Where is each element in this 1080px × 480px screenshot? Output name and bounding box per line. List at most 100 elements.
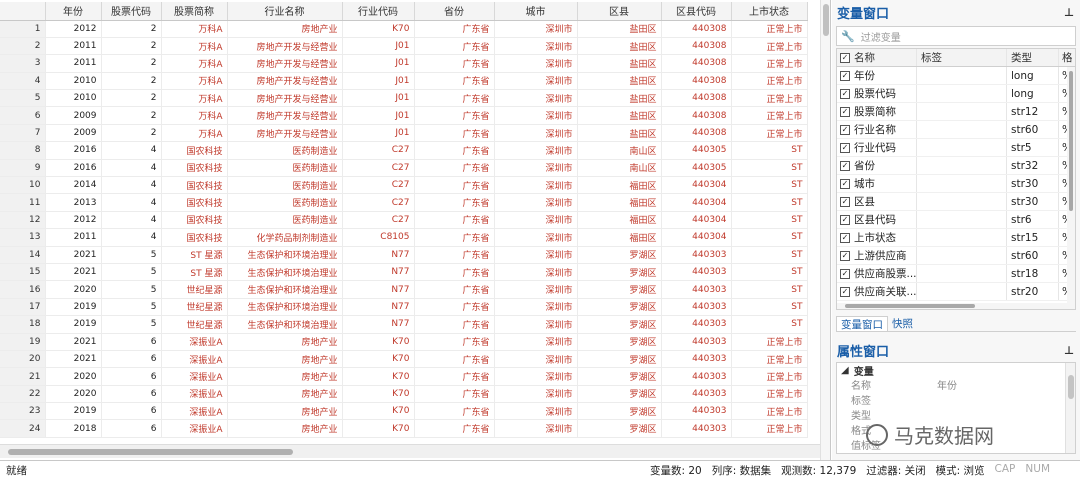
table-cell[interactable]: ST	[731, 280, 808, 299]
table-cell[interactable]: 广东省	[414, 246, 495, 264]
scroll-thumb[interactable]	[1069, 71, 1073, 211]
table-cell[interactable]: 深圳市	[494, 350, 578, 369]
table-cell[interactable]: 广东省	[414, 72, 495, 91]
table-cell[interactable]: 房地产业	[227, 20, 343, 38]
table-cell[interactable]: 罗湖区	[577, 385, 662, 404]
variable-checkbox[interactable]: ✓	[840, 106, 850, 117]
table-cell[interactable]: N77	[342, 246, 415, 264]
table-cell[interactable]: 2011	[45, 228, 102, 247]
table-cell[interactable]: 万科A	[161, 54, 228, 73]
table-cell[interactable]: 正常上市	[731, 385, 808, 404]
table-cell[interactable]: 深圳市	[494, 333, 578, 351]
row-number[interactable]: 19	[0, 333, 46, 351]
table-cell[interactable]: 6	[101, 350, 162, 369]
table-cell[interactable]: 医药制造业	[227, 141, 343, 160]
table-cell[interactable]: 广东省	[414, 37, 495, 56]
table-cell[interactable]: 深振业A	[161, 402, 228, 421]
table-cell[interactable]: 深圳市	[494, 124, 578, 143]
table-cell[interactable]: 盐田区	[577, 89, 662, 108]
table-cell[interactable]: 世纪星源	[161, 280, 228, 299]
table-cell[interactable]: J01	[342, 124, 415, 143]
table-cell[interactable]: 440308	[661, 54, 732, 73]
table-cell[interactable]: 房地产开发与经营业	[227, 89, 343, 108]
table-cell[interactable]: 正常上市	[731, 350, 808, 369]
table-cell[interactable]: 2	[101, 54, 162, 73]
table-cell[interactable]: 正常上市	[731, 89, 808, 108]
table-cell[interactable]: 440308	[661, 106, 732, 125]
table-cell[interactable]: J01	[342, 54, 415, 73]
variable-checkbox[interactable]: ✓	[840, 142, 850, 153]
row-number[interactable]: 7	[0, 124, 46, 143]
row-number[interactable]: 23	[0, 402, 46, 421]
table-cell[interactable]: 2	[101, 89, 162, 108]
table-cell[interactable]: 440304	[661, 176, 732, 195]
variable-checkbox[interactable]: ✓	[840, 214, 850, 225]
table-cell[interactable]: 深圳市	[494, 402, 578, 421]
property-row[interactable]: 名称 年份	[837, 377, 1075, 392]
table-cell[interactable]: 440303	[661, 246, 732, 264]
table-cell[interactable]: 广东省	[414, 263, 495, 282]
pin-icon[interactable]: ⊥	[1064, 344, 1074, 357]
table-cell[interactable]: 深振业A	[161, 333, 228, 351]
table-cell[interactable]: 房地产业	[227, 419, 343, 438]
table-cell[interactable]: 生态保护和环境治理业	[227, 246, 343, 264]
table-cell[interactable]: J01	[342, 106, 415, 125]
table-cell[interactable]: 深圳市	[494, 385, 578, 404]
table-cell[interactable]: 福田区	[577, 176, 662, 195]
table-row[interactable]: 4 2010 2 万科A 房地产开发与经营业 J01 广东省 深圳市 盐田区 440308 正常上市	[0, 72, 808, 91]
table-cell[interactable]: 440303	[661, 419, 732, 438]
table-cell[interactable]: 正常上市	[731, 402, 808, 421]
table-row[interactable]: 20 2021 6 深振业A 房地产业 K70 广东省 深圳市 罗湖区 440303 正常上市	[0, 350, 808, 369]
table-cell[interactable]: 房地产业	[227, 350, 343, 369]
scroll-thumb[interactable]	[845, 304, 975, 308]
table-cell[interactable]: 深圳市	[494, 20, 578, 38]
table-cell[interactable]: 国农科技	[161, 228, 228, 247]
table-cell[interactable]: 2014	[45, 176, 102, 195]
column-header[interactable]: 行业名称	[227, 2, 343, 21]
grid-horizontal-scrollbar[interactable]	[0, 444, 820, 458]
table-cell[interactable]: 深圳市	[494, 280, 578, 299]
table-cell[interactable]: 440308	[661, 37, 732, 56]
scroll-thumb[interactable]	[8, 449, 293, 455]
table-cell[interactable]: 深圳市	[494, 228, 578, 247]
table-cell[interactable]: 深圳市	[494, 89, 578, 108]
column-header[interactable]: 城市	[494, 2, 578, 21]
table-cell[interactable]: 2018	[45, 419, 102, 438]
table-row[interactable]: 2 2011 2 万科A 房地产开发与经营业 J01 广东省 深圳市 盐田区 440308 正常上市	[0, 37, 808, 56]
table-cell[interactable]: K70	[342, 385, 415, 404]
column-header[interactable]: 区县	[577, 2, 662, 21]
table-cell[interactable]: 正常上市	[731, 72, 808, 91]
table-cell[interactable]: 罗湖区	[577, 367, 662, 386]
table-cell[interactable]: 2019	[45, 298, 102, 317]
table-cell[interactable]: 2010	[45, 89, 102, 108]
table-cell[interactable]: 医药制造业	[227, 211, 343, 230]
variable-checkbox[interactable]: ✓	[840, 268, 850, 279]
variable-checkbox[interactable]: ✓	[840, 124, 850, 135]
variable-row[interactable]: ✓供应商关联...str20%	[837, 283, 1075, 301]
column-header-type[interactable]: 类型	[1006, 49, 1058, 66]
table-row[interactable]: 21 2020 6 深振业A 房地产业 K70 广东省 深圳市 罗湖区 440303 正常上市	[0, 367, 808, 386]
table-cell[interactable]: 盐田区	[577, 37, 662, 56]
scroll-thumb[interactable]	[1068, 375, 1074, 399]
table-cell[interactable]: 5	[101, 263, 162, 282]
table-cell[interactable]: 2021	[45, 333, 102, 351]
column-header[interactable]: 股票代码	[101, 2, 162, 21]
table-cell[interactable]: 440303	[661, 333, 732, 351]
tab-snapshots[interactable]: 快照	[888, 316, 917, 331]
table-cell[interactable]: 6	[101, 367, 162, 386]
table-cell[interactable]: ST 星源	[161, 246, 228, 264]
variable-row[interactable]: ✓上游供应商str60%	[837, 247, 1075, 265]
table-cell[interactable]: 深圳市	[494, 263, 578, 282]
row-number[interactable]: 20	[0, 350, 46, 369]
variable-row[interactable]: ✓上市状态str15%	[837, 229, 1075, 247]
table-cell[interactable]: 房地产开发与经营业	[227, 54, 343, 73]
table-cell[interactable]: 5	[101, 315, 162, 334]
table-cell[interactable]: K70	[342, 367, 415, 386]
table-cell[interactable]: 国农科技	[161, 141, 228, 160]
table-row[interactable]: 10 2014 4 国农科技 医药制造业 C27 广东省 深圳市 福田区 440304 ST	[0, 176, 808, 195]
table-cell[interactable]: 福田区	[577, 228, 662, 247]
table-cell[interactable]: 深振业A	[161, 419, 228, 438]
table-cell[interactable]: 深圳市	[494, 315, 578, 334]
variable-row[interactable]: ✓股票简称str12%	[837, 103, 1075, 121]
row-number[interactable]: 24	[0, 419, 46, 438]
